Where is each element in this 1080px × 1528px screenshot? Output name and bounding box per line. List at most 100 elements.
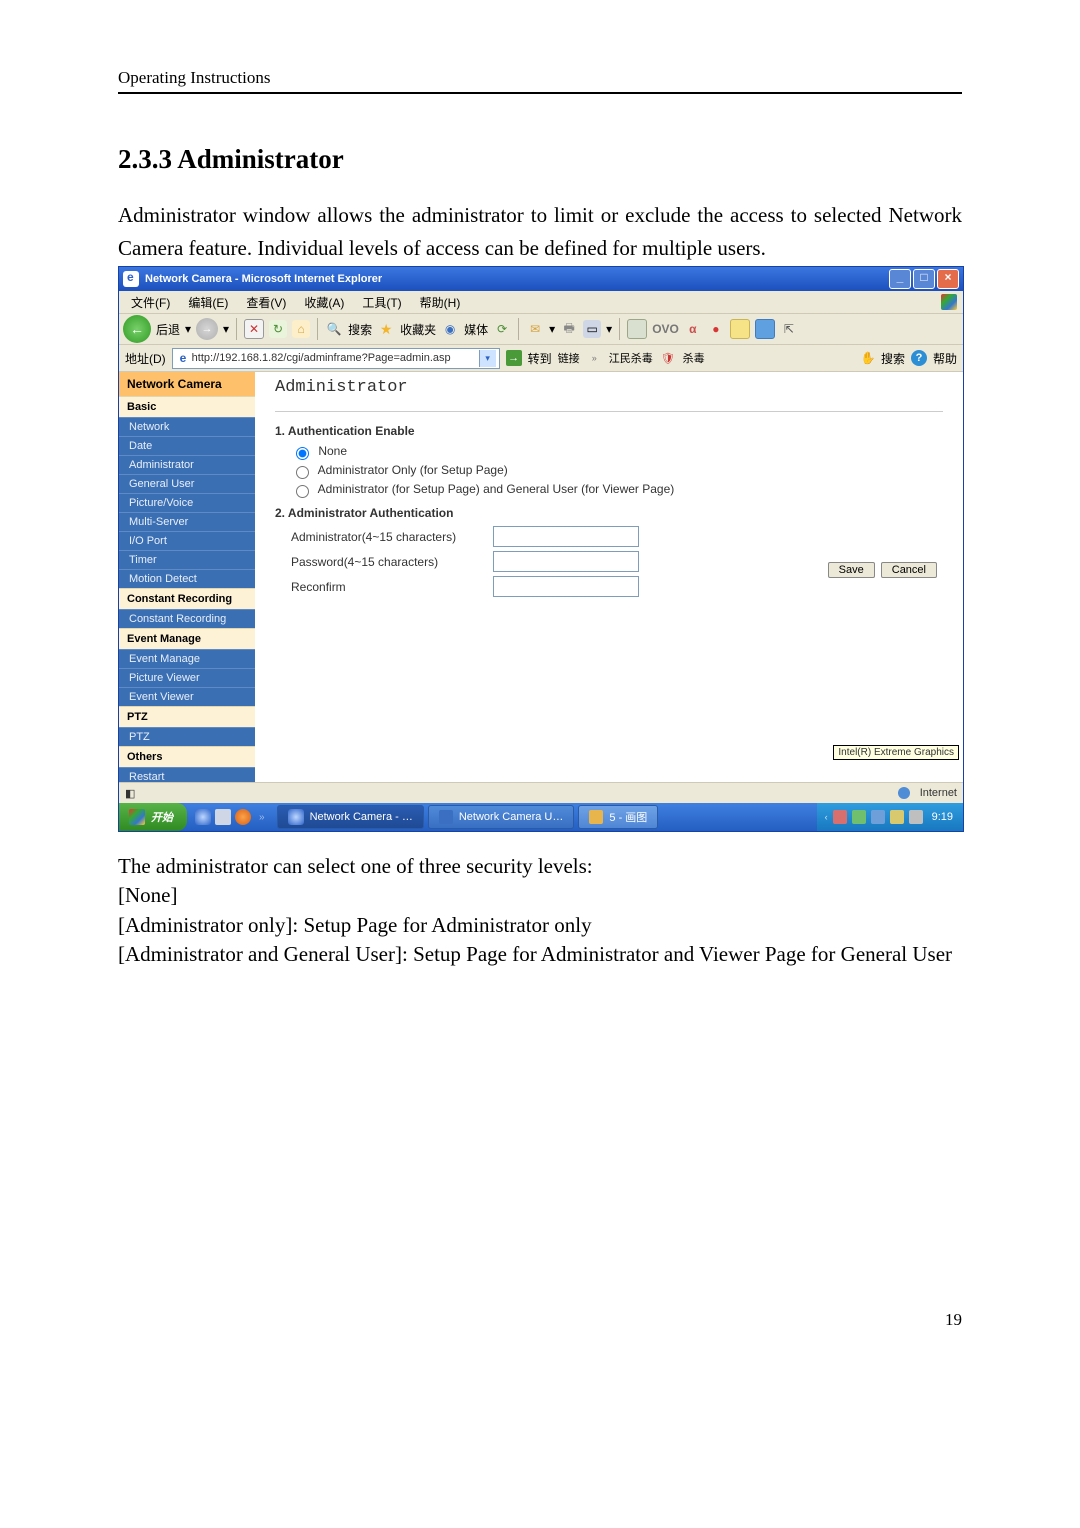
cancel-button[interactable]: Cancel bbox=[881, 562, 937, 578]
extra-button-1[interactable] bbox=[627, 319, 647, 339]
history-button[interactable]: ⟳ bbox=[493, 320, 511, 338]
reconfirm-field-input[interactable] bbox=[493, 576, 639, 597]
search-icon[interactable]: 🔍 bbox=[325, 320, 343, 338]
quicklaunch-firefox-icon[interactable] bbox=[235, 809, 251, 825]
taskbar-item-ie[interactable]: Network Camera - … bbox=[277, 805, 424, 829]
auth-label-both: Administrator (for Setup Page) and Gener… bbox=[318, 482, 675, 496]
addr-extra-2[interactable]: 杀毒 bbox=[683, 350, 705, 366]
intro-paragraph: Administrator window allows the administ… bbox=[118, 199, 962, 264]
auth-radio-both[interactable] bbox=[296, 485, 309, 498]
sidebar-item-administrator[interactable]: Administrator bbox=[119, 455, 255, 474]
back-dropdown-icon[interactable]: ▾ bbox=[185, 322, 191, 336]
snagit-icon[interactable]: ✋ bbox=[861, 351, 875, 365]
sidebar-header: Network Camera bbox=[119, 372, 255, 396]
edit-button[interactable]: ▭ bbox=[583, 320, 601, 338]
back-label: 后退 bbox=[156, 321, 180, 338]
sidebar-item-timer[interactable]: Timer bbox=[119, 550, 255, 569]
tray-icon-1[interactable] bbox=[833, 810, 847, 824]
menu-view[interactable]: 查看(V) bbox=[238, 292, 294, 313]
tray-clock[interactable]: 9:19 bbox=[928, 811, 953, 823]
sidebar-item-picture-viewer[interactable]: Picture Viewer bbox=[119, 668, 255, 687]
tray-icon-2[interactable] bbox=[852, 810, 866, 824]
stop-button[interactable]: ✕ bbox=[244, 319, 264, 339]
window-close-button[interactable]: × bbox=[937, 269, 959, 289]
auth-option-admin[interactable]: Administrator Only (for Setup Page) bbox=[291, 463, 943, 479]
quicklaunch-chevron-icon[interactable]: » bbox=[255, 812, 269, 823]
snagit-label[interactable]: 搜索 bbox=[881, 350, 905, 367]
sidebar-item-event-viewer[interactable]: Event Viewer bbox=[119, 687, 255, 706]
media-icon[interactable]: ◉ bbox=[441, 320, 459, 338]
address-input[interactable]: http://192.168.1.82/cgi/adminframe?Page=… bbox=[172, 348, 500, 369]
start-button[interactable]: 开始 bbox=[119, 803, 187, 831]
sidebar-item-picture-voice[interactable]: Picture/Voice bbox=[119, 493, 255, 512]
menu-edit[interactable]: 编辑(E) bbox=[180, 292, 236, 313]
auth-label-admin: Administrator Only (for Setup Page) bbox=[318, 463, 508, 477]
forward-dropdown-icon[interactable]: ▾ bbox=[223, 322, 229, 336]
go-button[interactable]: → bbox=[506, 350, 522, 366]
alpha-icon[interactable]: α bbox=[684, 320, 702, 338]
tray-icon-4[interactable] bbox=[890, 810, 904, 824]
addr-kill-icon[interactable]: 🛡 bbox=[661, 352, 675, 365]
sidebar-item-network[interactable]: Network bbox=[119, 417, 255, 436]
tray-icon-3[interactable] bbox=[871, 810, 885, 824]
help-icon[interactable]: ? bbox=[911, 350, 927, 366]
tray-icon-5[interactable] bbox=[909, 810, 923, 824]
edit-dropdown-icon[interactable]: ▾ bbox=[606, 322, 612, 336]
help-label[interactable]: 帮助 bbox=[933, 350, 957, 367]
red-icon[interactable]: ● bbox=[707, 320, 725, 338]
sidebar-item-restart[interactable]: Restart bbox=[119, 767, 255, 782]
auth-radio-none[interactable] bbox=[296, 447, 309, 460]
links-chevron-icon[interactable]: » bbox=[588, 353, 601, 363]
sidebar-item-general-user[interactable]: General User bbox=[119, 474, 255, 493]
sidebar-item-date[interactable]: Date bbox=[119, 436, 255, 455]
auth-option-none[interactable]: None bbox=[291, 444, 943, 460]
sidebar-item-io-port[interactable]: I/O Port bbox=[119, 531, 255, 550]
browser-window: Network Camera - Microsoft Internet Expl… bbox=[118, 266, 964, 832]
print-button[interactable]: 🖶 bbox=[560, 320, 578, 338]
sidebar-item-multi-server[interactable]: Multi-Server bbox=[119, 512, 255, 531]
sidebar-item-motion-detect[interactable]: Motion Detect bbox=[119, 569, 255, 588]
taskbar-item-paint[interactable]: 5 - 画图 bbox=[578, 805, 658, 829]
menu-help[interactable]: 帮助(H) bbox=[412, 292, 469, 313]
auth-option-both[interactable]: Administrator (for Setup Page) and Gener… bbox=[291, 482, 943, 498]
menu-file[interactable]: 文件(F) bbox=[123, 292, 178, 313]
page-icon bbox=[176, 352, 188, 364]
page-content: Network Camera Basic Network Date Admini… bbox=[119, 372, 963, 782]
address-dropdown-icon[interactable]: ▾ bbox=[479, 350, 496, 367]
mail-button[interactable]: ✉ bbox=[526, 320, 544, 338]
media-label[interactable]: 媒体 bbox=[464, 321, 488, 338]
sidebar-item-ptz[interactable]: PTZ bbox=[119, 727, 255, 746]
password-field-input[interactable] bbox=[493, 551, 639, 572]
tray-chevron-icon[interactable]: ‹ bbox=[825, 812, 828, 822]
ie-logo-icon bbox=[123, 271, 139, 287]
search-label[interactable]: 搜索 bbox=[348, 321, 372, 338]
menu-tools[interactable]: 工具(T) bbox=[354, 292, 409, 313]
mail-dropdown-icon[interactable]: ▾ bbox=[549, 322, 555, 336]
sidebar-item-event-manage[interactable]: Event Manage bbox=[119, 649, 255, 668]
favorites-label[interactable]: 收藏夹 bbox=[400, 321, 436, 338]
favorites-icon[interactable]: ★ bbox=[377, 320, 395, 338]
window-maximize-button[interactable]: □ bbox=[913, 269, 935, 289]
taskbar-item-doc-label: Network Camera U… bbox=[459, 811, 564, 823]
yellow-icon[interactable] bbox=[730, 319, 750, 339]
blue-icon[interactable] bbox=[755, 319, 775, 339]
admin-field-input[interactable] bbox=[493, 526, 639, 547]
ovo-label[interactable]: OVO bbox=[652, 322, 679, 336]
addr-extra-1[interactable]: 江民杀毒 bbox=[609, 350, 653, 366]
auth-radio-admin[interactable] bbox=[296, 466, 309, 479]
sidebar-group-others: Others bbox=[119, 746, 255, 767]
refresh-button[interactable]: ↻ bbox=[269, 320, 287, 338]
sidebar: Network Camera Basic Network Date Admini… bbox=[119, 372, 255, 782]
quicklaunch-ie-icon[interactable] bbox=[195, 809, 211, 825]
save-button[interactable]: Save bbox=[828, 562, 875, 578]
links-label[interactable]: 链接 bbox=[558, 350, 580, 366]
forward-button[interactable]: → bbox=[196, 318, 218, 340]
menu-favorites[interactable]: 收藏(A) bbox=[296, 292, 352, 313]
back-button[interactable]: ← bbox=[123, 315, 151, 343]
home-button[interactable]: ⌂ bbox=[292, 320, 310, 338]
sidebar-item-constant-recording[interactable]: Constant Recording bbox=[119, 609, 255, 628]
quicklaunch-desktop-icon[interactable] bbox=[215, 809, 231, 825]
taskbar-item-doc[interactable]: Network Camera U… bbox=[428, 805, 575, 829]
link-icon[interactable]: ⇱ bbox=[780, 320, 798, 338]
window-minimize-button[interactable]: _ bbox=[889, 269, 911, 289]
